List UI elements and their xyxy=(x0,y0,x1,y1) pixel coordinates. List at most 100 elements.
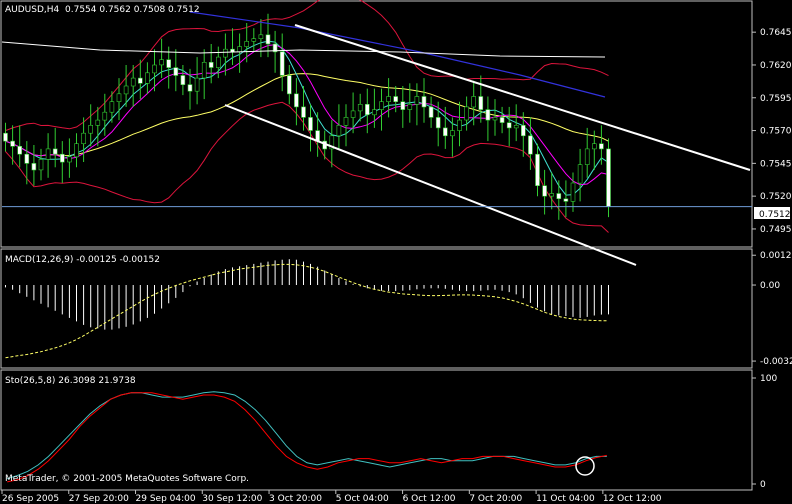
ma-magenta-line xyxy=(5,44,609,186)
candle-body xyxy=(230,48,235,53)
chart-canvas[interactable]: AUDUSD,H4 0.7554 0.7562 0.7508 0.7512 MA… xyxy=(0,0,792,504)
candle-body xyxy=(251,38,257,42)
candle-body xyxy=(442,127,448,137)
candle-body xyxy=(145,72,150,84)
candle-body xyxy=(428,106,434,118)
candle-body xyxy=(513,125,519,129)
price-series-layer xyxy=(1,0,611,233)
candle-body xyxy=(201,61,207,79)
candle-body xyxy=(464,106,469,121)
x-tick-label: 30 Sep 12:00 xyxy=(202,494,262,504)
candle-body xyxy=(492,117,498,121)
candle-body xyxy=(159,59,164,66)
candle-body xyxy=(74,143,79,158)
candle-body xyxy=(279,51,285,76)
candle-body xyxy=(457,119,462,131)
candle-body xyxy=(372,109,377,116)
candle-body xyxy=(379,101,384,110)
x-tick-label: 5 Oct 04:00 xyxy=(336,494,389,504)
candle-body xyxy=(350,110,356,118)
candle-body xyxy=(556,193,562,199)
candle-body xyxy=(286,75,292,95)
candle-body xyxy=(336,125,342,137)
macd-series-layer xyxy=(5,259,609,359)
x-tick-label: 11 Oct 04:00 xyxy=(536,494,595,504)
candle-body xyxy=(109,101,115,113)
candle-body xyxy=(584,148,590,165)
candle-body xyxy=(535,153,540,186)
highlight-circle xyxy=(575,456,595,476)
candle-body xyxy=(59,153,65,163)
candle-body xyxy=(542,185,547,197)
candle-body xyxy=(570,182,576,202)
price-header-symbol: AUDUSD,H4 xyxy=(5,5,60,15)
price-header-ohlc: 0.7554 0.7562 0.7508 0.7512 xyxy=(65,5,200,15)
price-tick-label: 0.7545 xyxy=(760,159,792,169)
candle-body xyxy=(407,104,413,110)
candle-body xyxy=(265,34,271,45)
candle-body xyxy=(294,93,299,108)
candle-body xyxy=(223,48,228,58)
candle-body xyxy=(31,163,37,171)
candle-body xyxy=(88,125,93,134)
stochastic-main-line xyxy=(7,391,607,480)
x-tick-label: 6 Oct 12:00 xyxy=(403,494,456,504)
watermark: MetaTrader, © 2001-2005 MetaQuotes Softw… xyxy=(5,474,249,484)
candle-body xyxy=(414,96,420,105)
price-tick-label: 0.7595 xyxy=(760,94,792,104)
candle-body xyxy=(301,106,306,118)
candle-body xyxy=(52,148,58,155)
x-tick-label: 3 Oct 20:00 xyxy=(269,494,322,504)
candle-body xyxy=(577,164,583,184)
macd-tick-label: 0.00127 xyxy=(760,251,792,261)
price-panel-frame xyxy=(0,0,753,248)
candle-body xyxy=(471,96,477,108)
candle-body xyxy=(357,104,363,112)
candle-body xyxy=(81,132,86,144)
price-tick-label: 0.7620 xyxy=(760,61,792,71)
ma-white-line xyxy=(1,41,606,58)
stochastic-y-axis: 100 0 xyxy=(752,374,777,490)
candle-body xyxy=(187,84,193,92)
candle-body xyxy=(102,111,108,121)
macd-header: MACD(12,26,9) -0.00125 -0.00152 xyxy=(5,255,160,265)
candle-body xyxy=(549,193,555,197)
price-tick-label: 0.7520 xyxy=(760,192,792,202)
candle-body xyxy=(237,46,242,53)
candle-body xyxy=(244,41,249,47)
ma-blue-line xyxy=(189,11,606,98)
price-tick-label: 0.7570 xyxy=(760,127,792,137)
candle-body xyxy=(485,109,491,121)
ma-yellow-line xyxy=(5,73,609,157)
candle-body xyxy=(67,156,72,163)
price-y-axis: 0.7645 0.7620 0.7595 0.7570 0.7545 0.7520 0.74… xyxy=(752,28,792,235)
candle-body xyxy=(38,159,44,171)
candle-body xyxy=(520,125,526,137)
x-tick-label: 12 Oct 12:00 xyxy=(603,494,662,504)
candle-body xyxy=(95,119,101,126)
candle-body xyxy=(3,132,8,142)
candle-body xyxy=(45,148,51,160)
macd-tick-label: 0.00 xyxy=(760,281,780,291)
candle-body xyxy=(216,56,221,68)
stochastic-tick-label: 0 xyxy=(760,480,766,490)
upper-channel-line[interactable] xyxy=(294,24,751,171)
last-price-badge-text: 0.7512 xyxy=(759,210,791,220)
candle-body xyxy=(166,59,171,68)
candle-body xyxy=(208,61,214,68)
bollinger-upper-line xyxy=(5,0,609,132)
x-tick-label: 29 Sep 04:00 xyxy=(136,494,196,504)
ma-cyan-line xyxy=(5,40,609,196)
candle-body xyxy=(591,143,597,150)
x-tick-label: 7 Oct 20:00 xyxy=(469,494,522,504)
macd-y-axis: 0.00127 0.00 -0.00324 xyxy=(752,251,792,367)
macd-tick-label: -0.00324 xyxy=(760,357,792,367)
candle-body xyxy=(152,64,157,74)
candle-body xyxy=(308,117,313,131)
candle-body xyxy=(506,122,512,129)
stochastic-tick-label: 100 xyxy=(760,374,777,384)
candle-body xyxy=(563,198,569,202)
candle-body xyxy=(421,96,427,108)
candle-body xyxy=(343,117,349,126)
candle-body xyxy=(364,104,370,116)
